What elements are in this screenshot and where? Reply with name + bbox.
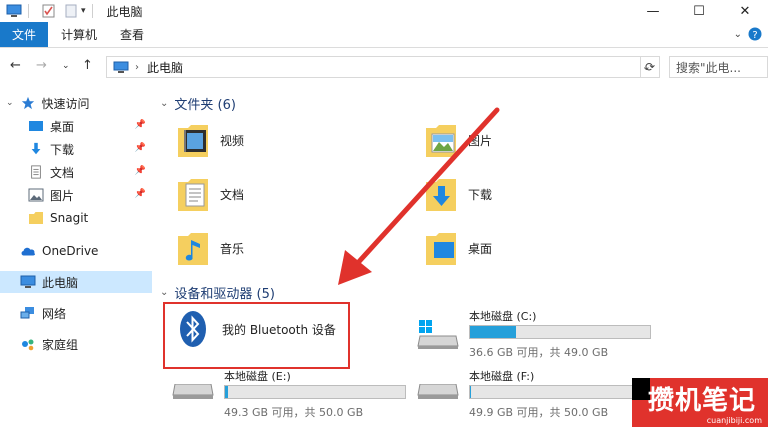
watermark-url: cuanjibiji.com [706, 416, 762, 425]
watermark: 攒机笔记 cuanjibiji.com [632, 378, 768, 427]
annotation-arrow [338, 107, 500, 285]
annotation-highlight-box [163, 302, 350, 369]
watermark-text: 攒机笔记 [648, 386, 757, 416]
